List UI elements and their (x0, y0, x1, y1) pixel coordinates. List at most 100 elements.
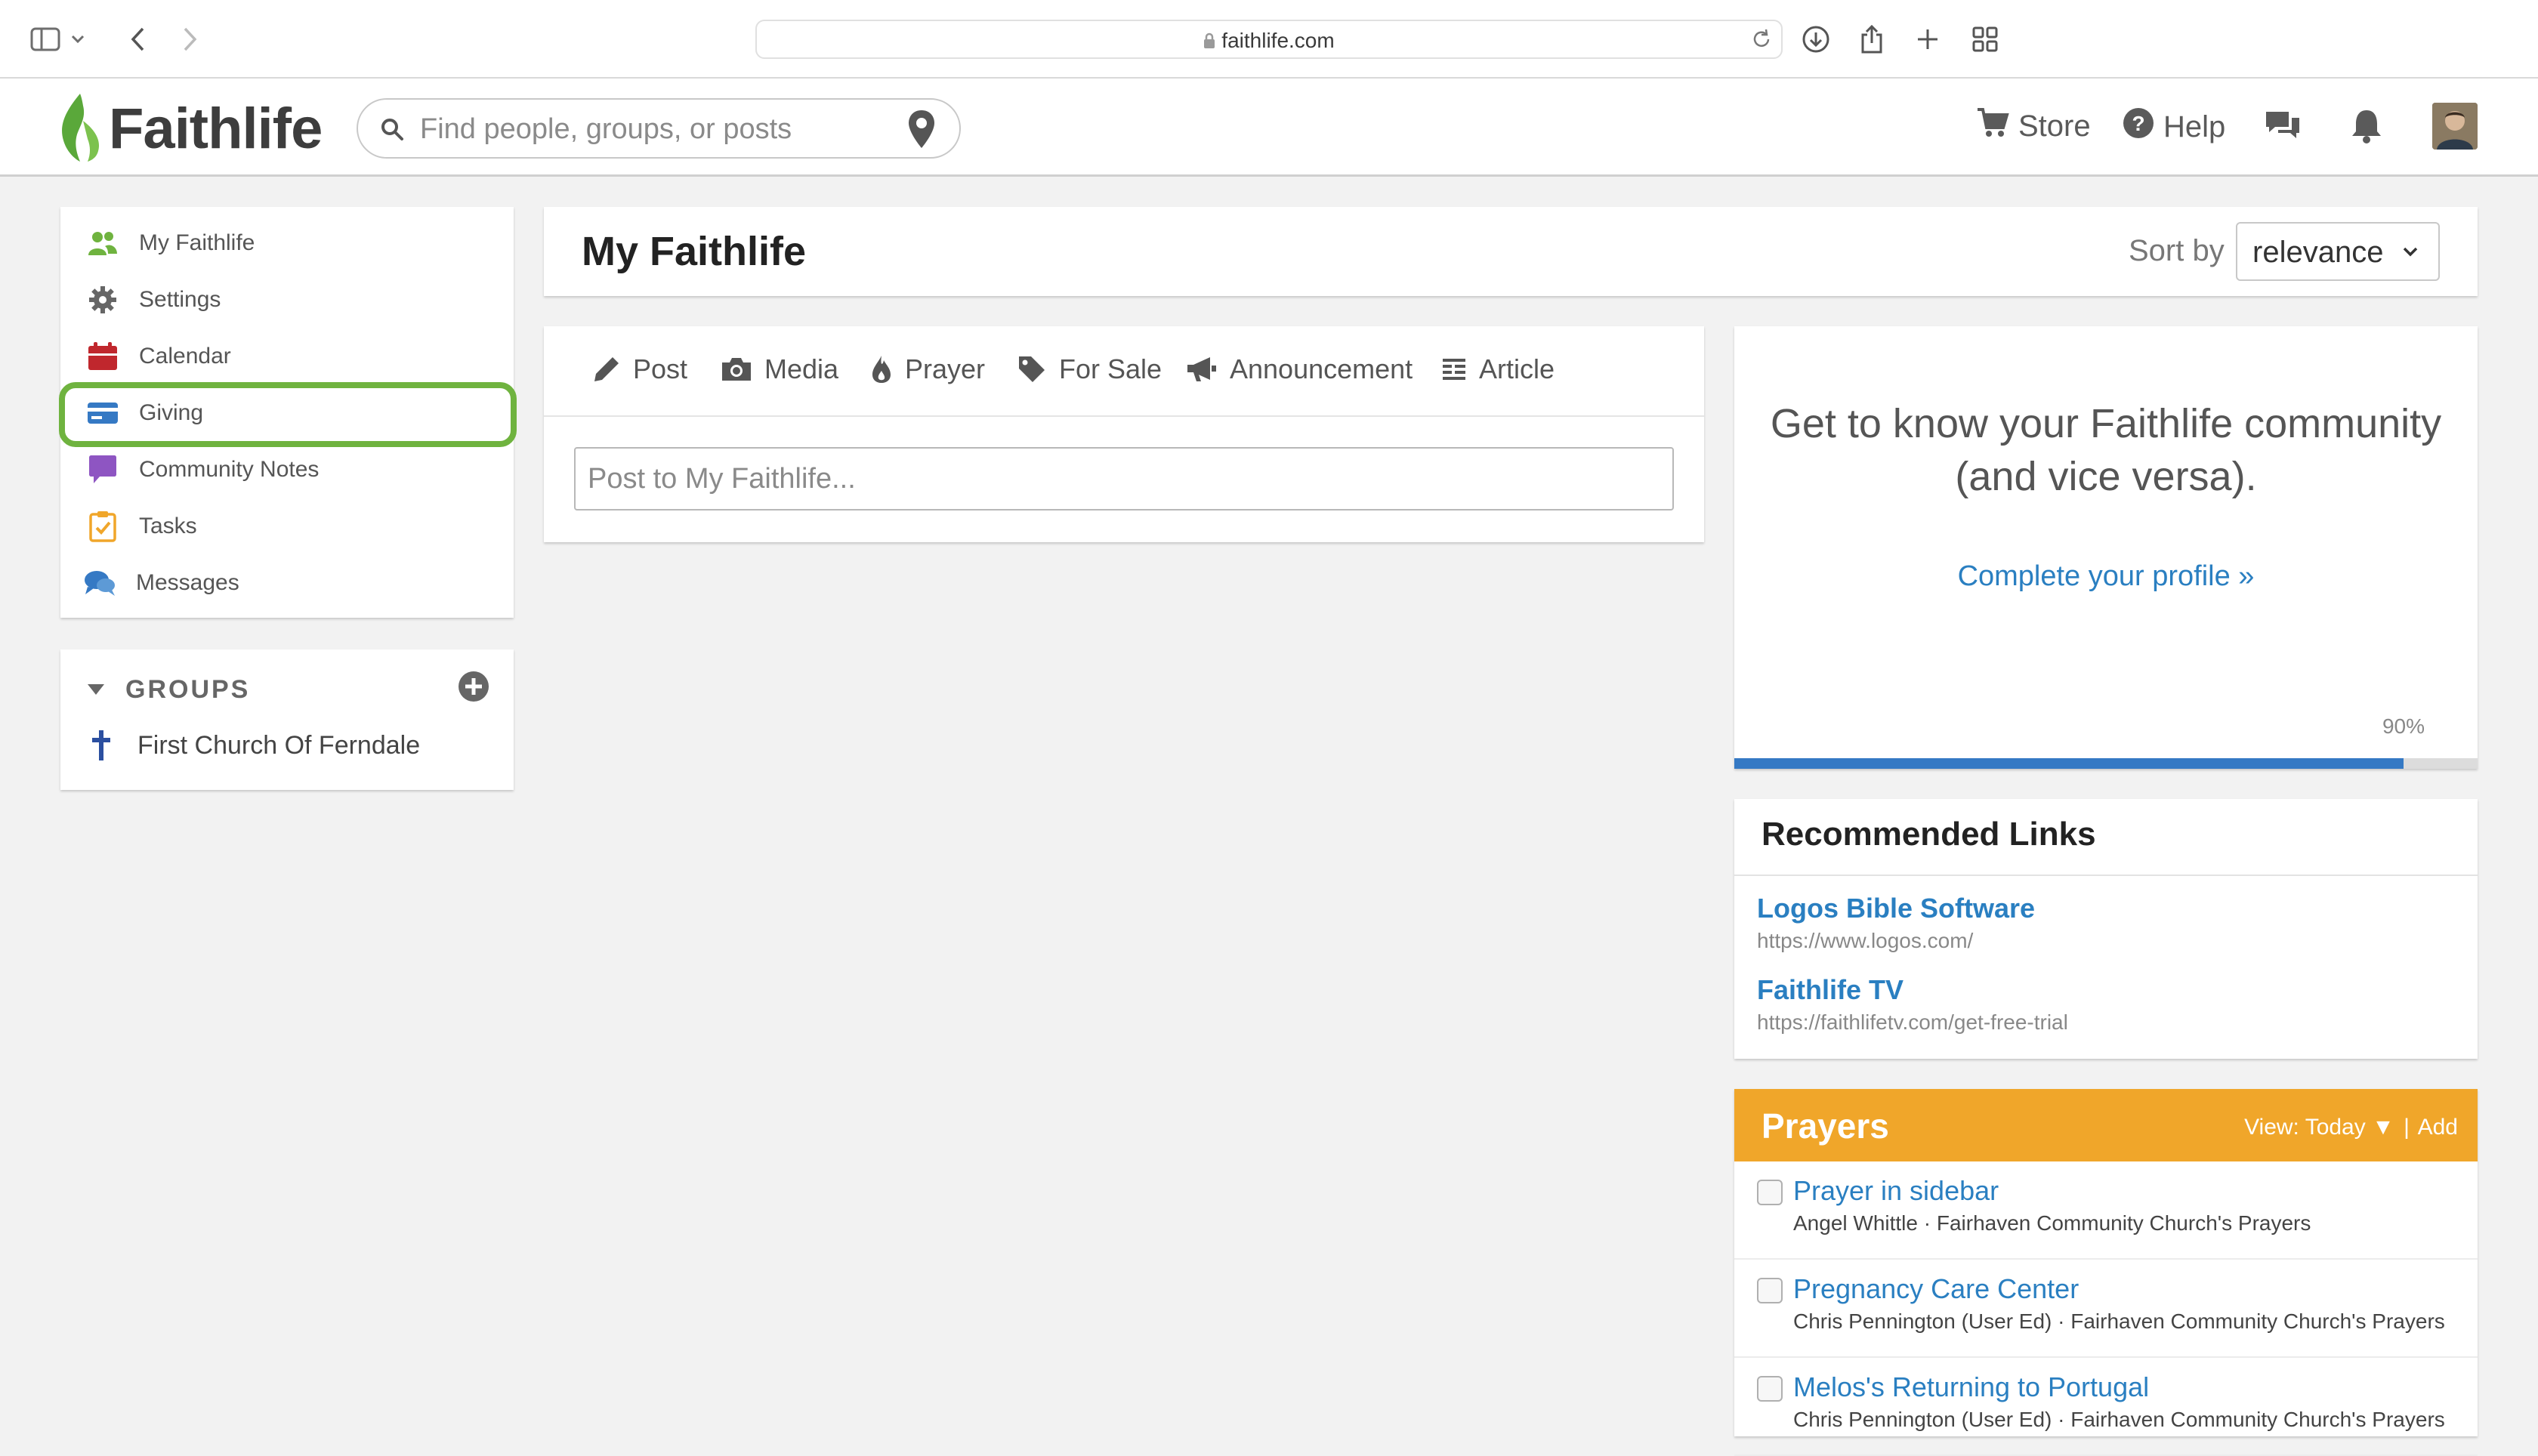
gear-icon (86, 283, 119, 316)
prayer-checkbox[interactable] (1757, 1180, 1783, 1205)
chat-icon[interactable] (2263, 109, 2302, 147)
chevron-down-icon (2402, 246, 2419, 261)
sidebar-item-label: Calendar (139, 344, 231, 369)
cart-icon (1976, 107, 2009, 145)
tab-announcement[interactable]: Announcement (1186, 353, 1413, 385)
recommended-links-card: Recommended Links Logos Bible Software h… (1734, 799, 2478, 1059)
forward-icon[interactable] (171, 20, 210, 59)
sidebar-item-community-notes[interactable]: Community Notes (86, 446, 319, 494)
new-tab-icon[interactable] (1908, 20, 1947, 59)
lock-icon (1203, 30, 1215, 54)
add-prayer-link[interactable]: Add (2418, 1115, 2458, 1140)
cross-icon (91, 730, 112, 761)
separator: | (2404, 1115, 2410, 1140)
chevron-down-icon[interactable] (66, 20, 89, 59)
logo-text: Faithlife (109, 96, 323, 161)
faithlife-logo[interactable]: Faithlife (57, 91, 323, 166)
search-icon (379, 116, 405, 146)
flame-icon (870, 354, 893, 384)
group-item[interactable]: First Church Of Ferndale (91, 730, 420, 761)
speech-bubble-icon (86, 453, 119, 486)
prayer-meta: Angel Whittle · Fairhaven Community Chur… (1793, 1211, 2311, 1235)
post-composer: Post Media Prayer For Sale Announcement … (544, 326, 1704, 542)
tab-post[interactable]: Post (592, 353, 687, 385)
reload-icon[interactable] (1749, 27, 1774, 55)
prayers-header: Prayers View: Today ▼ | Add (1734, 1089, 2478, 1161)
search-box[interactable] (357, 98, 961, 159)
app-header: Faithlife Store ? Help (0, 79, 2538, 177)
avatar[interactable] (2432, 103, 2478, 150)
sidebar-item-label: Community Notes (139, 457, 320, 482)
tab-label: Article (1479, 353, 1555, 384)
recommended-link-title[interactable]: Faithlife TV (1757, 974, 1904, 1006)
complete-profile-link[interactable]: Complete your profile » (1734, 560, 2478, 593)
sidebar-item-messages[interactable]: Messages (83, 559, 239, 607)
share-icon[interactable] (1852, 20, 1891, 59)
profile-completion-card: Get to know your Faithlife community (an… (1734, 326, 2478, 769)
tag-icon (1017, 354, 1047, 384)
add-group-icon[interactable] (458, 671, 489, 706)
download-icon[interactable] (1796, 20, 1836, 59)
tab-for-sale[interactable]: For Sale (1017, 353, 1162, 385)
recommended-link-title[interactable]: Logos Bible Software (1757, 893, 2035, 924)
groups-title: GROUPS (125, 675, 251, 704)
calendar-icon (86, 340, 119, 373)
giving-highlight-outline (59, 382, 517, 447)
prayers-view-filter[interactable]: View: Today ▼ (2244, 1115, 2394, 1140)
recommended-link-url: https://www.logos.com/ (1757, 929, 1974, 952)
caret-down-icon[interactable] (86, 683, 106, 700)
bell-icon[interactable] (2349, 107, 2384, 149)
prayer-checkbox[interactable] (1757, 1376, 1783, 1402)
post-input[interactable] (574, 447, 1674, 511)
groups-panel: GROUPS First Church Of Ferndale (60, 649, 514, 790)
address-bar[interactable]: faithlife.com (755, 20, 1783, 59)
divider (1734, 875, 2478, 876)
tab-media[interactable]: Media (721, 353, 838, 385)
sidebar-item-my-faithlife[interactable]: My Faithlife (86, 219, 255, 267)
sidebar-item-calendar[interactable]: Calendar (86, 332, 231, 381)
sidebar-item-label: Tasks (139, 514, 197, 538)
search-input[interactable] (418, 107, 887, 151)
progress-bar (1734, 758, 2478, 769)
location-pin-icon[interactable] (906, 109, 937, 153)
prayer-meta: Chris Pennington (User Ed) · Fairhaven C… (1793, 1309, 2445, 1333)
prayer-checkbox[interactable] (1757, 1278, 1783, 1303)
sidebar-item-tasks[interactable]: Tasks (86, 502, 197, 551)
tab-overview-icon[interactable] (1965, 20, 2005, 59)
help-link[interactable]: ? Help (2123, 107, 2225, 147)
tab-article[interactable]: Article (1441, 353, 1555, 385)
prayer-item: Melos's Returning to Portugal Chris Penn… (1734, 1358, 2478, 1456)
svg-text:?: ? (2132, 112, 2144, 135)
tab-prayer[interactable]: Prayer (870, 353, 985, 385)
tab-label: Post (633, 353, 688, 384)
prayers-title: Prayers (1761, 1106, 1889, 1146)
sidebar-item-label: My Faithlife (139, 230, 255, 255)
megaphone-icon (1186, 356, 1218, 383)
tab-label: Prayer (905, 353, 986, 384)
pencil-icon (592, 355, 621, 384)
store-link[interactable]: Store (1976, 107, 2091, 145)
prayer-title[interactable]: Pregnancy Care Center (1793, 1273, 2079, 1305)
url-text: faithlife.com (1221, 29, 1335, 52)
profile-prompt-text: Get to know your Faithlife community (an… (1770, 401, 2442, 499)
article-icon (1441, 356, 1467, 382)
group-label: First Church Of Ferndale (137, 730, 421, 760)
prayer-item: Prayer in sidebar Angel Whittle · Fairha… (1734, 1161, 2478, 1260)
feed-header: My Faithlife Sort by relevance (544, 207, 2478, 296)
progress-bar-fill (1734, 758, 2404, 769)
tab-label: For Sale (1059, 353, 1162, 384)
prayer-title[interactable]: Melos's Returning to Portugal (1793, 1371, 2149, 1403)
prayer-title[interactable]: Prayer in sidebar (1793, 1175, 1999, 1207)
sort-by-label: Sort by (2129, 234, 2225, 267)
browser-toolbar: faithlife.com (0, 0, 2538, 79)
sidebar-item-label: Messages (136, 570, 239, 595)
recommended-links-title: Recommended Links (1761, 816, 2096, 853)
sort-by-select[interactable]: relevance (2236, 222, 2440, 281)
sidebar-item-settings[interactable]: Settings (86, 276, 221, 324)
recommended-link-url: https://faithlifetv.com/get-free-trial (1757, 1010, 2068, 1034)
back-icon[interactable] (118, 20, 157, 59)
sort-by-value: relevance (2252, 236, 2384, 269)
sidebar-toggle-icon[interactable] (26, 20, 65, 59)
composer-tabs: Post Media Prayer For Sale Announcement … (544, 326, 1704, 417)
prayers-card: Prayers View: Today ▼ | Add Prayer in si… (1734, 1089, 2478, 1456)
